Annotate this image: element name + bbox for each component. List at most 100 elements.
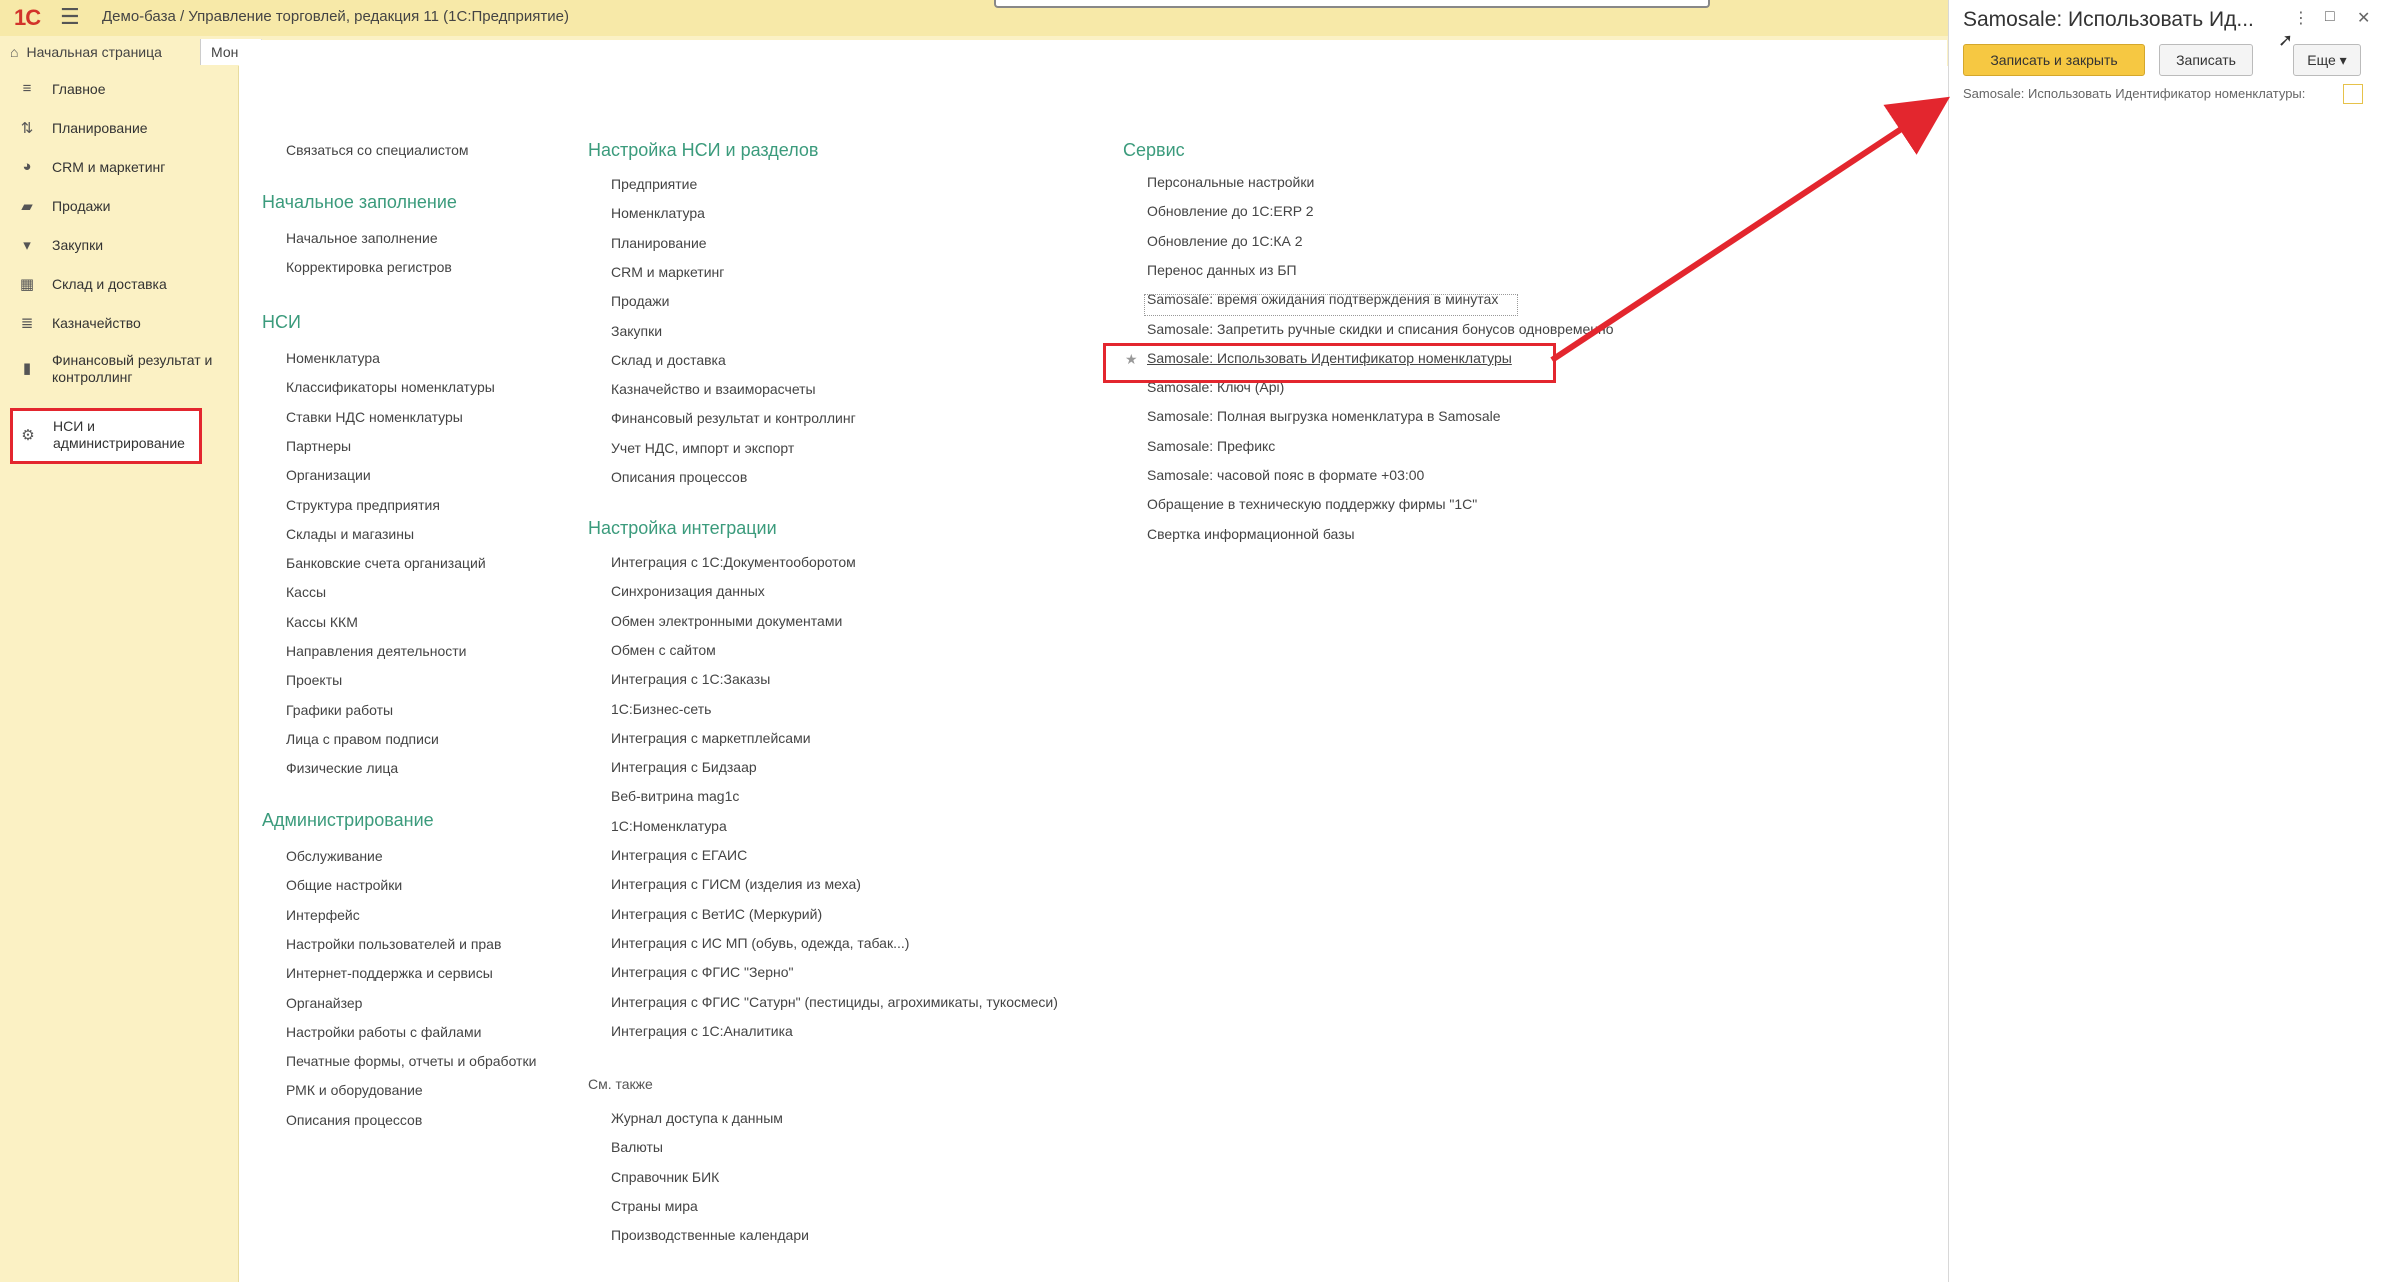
more-button[interactable]: Еще ▾ [2293,44,2361,76]
menu-link[interactable]: Физические лица [286,760,398,776]
menu-link[interactable]: Интеграция с 1С:Документооборотом [611,554,856,570]
sidebar-item-warehouse[interactable]: ▦ Склад и доставка [0,265,238,303]
menu-link[interactable]: Описания процессов [286,1112,422,1128]
menu-link[interactable]: Начальное заполнение [286,230,438,246]
menu-link[interactable]: CRM и маркетинг [611,264,724,280]
menu-link[interactable]: Лица с правом подписи [286,731,439,747]
menu-link[interactable]: 1С:Номенклатура [611,818,727,834]
menu-link[interactable]: Предприятие [611,176,697,192]
menu-link[interactable]: Финансовый результат и контроллинг [611,410,856,426]
menu-link[interactable]: Интеграция с ФГИС "Зерно" [611,964,794,980]
menu-link[interactable]: РМК и оборудование [286,1082,423,1098]
sidebar-item-treasury[interactable]: ≣ Казначейство [0,304,238,342]
menu-link[interactable]: Склады и магазины [286,526,414,542]
menu-link[interactable]: Интеграция с Бидзаар [611,759,757,775]
menu-link[interactable]: Корректировка регистров [286,259,452,275]
see-also-link[interactable]: Журнал доступа к данным [611,1110,783,1126]
menu-link[interactable]: Кассы ККМ [286,614,358,630]
menu-link[interactable]: Описания процессов [611,469,747,485]
menu-link[interactable]: Интеграция с ИС МП (обувь, одежда, табак… [611,935,909,951]
menu-link[interactable]: Интеграция с маркетплейсами [611,730,811,746]
service-link[interactable]: Обращение в техническую поддержку фирмы … [1147,496,1477,512]
menu-link[interactable]: Структура предприятия [286,497,440,513]
menu-link[interactable]: Партнеры [286,438,351,454]
menu-link[interactable]: Классификаторы номенклатуры [286,379,495,395]
menu-link[interactable]: Ставки НДС номенклатуры [286,409,463,425]
menu-link[interactable]: Номенклатура [286,350,380,366]
menu-link[interactable]: Учет НДС, импорт и экспорт [611,440,794,456]
section-header: Настройка НСИ и разделов [588,140,819,160]
menu-link[interactable]: Интеграция с ВетИС (Меркурий) [611,906,822,922]
see-also-link[interactable]: Валюты [611,1139,663,1155]
service-link[interactable]: Свертка информационной базы [1147,526,1355,542]
sidebar-item-label: Планирование [52,120,148,136]
favorite-star-icon[interactable]: ★ [1125,351,1138,368]
sections-sidebar: ≡ Главное ⇅ Планирование ◕ CRM и маркети… [0,66,239,1282]
panel-menu-icon[interactable]: ⋮ [2293,8,2309,28]
service-link[interactable]: Персональные настройки [1147,174,1314,190]
menu-link[interactable]: Веб-витрина mag1c [611,788,739,804]
menu-link[interactable]: Обмен электронными документами [611,613,842,629]
save-and-close-button[interactable]: Записать и закрыть [1963,44,2145,76]
menu-link[interactable]: Продажи [611,293,669,309]
menu-link[interactable]: Интеграция с 1С:Аналитика [611,1023,793,1039]
menu-link[interactable]: Настройки пользователей и прав [286,936,501,952]
service-link[interactable]: Samosale: часовой пояс в формате +03:00 [1147,467,1424,483]
menu-link[interactable]: Направления деятельности [286,643,466,659]
menu-link[interactable]: Интернет-поддержка и сервисы [286,965,493,981]
maximize-icon[interactable]: □ [2325,8,2335,26]
menu-link[interactable]: Номенклатура [611,205,705,221]
search-field[interactable] [994,0,1710,8]
menu-link[interactable]: Органайзер [286,995,362,1011]
menu-link[interactable]: Интеграция с ГИСМ (изделия из меха) [611,876,861,892]
service-link[interactable]: Перенос данных из БП [1147,262,1297,278]
menu-link[interactable]: 1С:Бизнес-сеть [611,701,711,717]
see-also-link[interactable]: Справочник БИК [611,1169,719,1185]
menu-link[interactable]: Кассы [286,584,326,600]
bar-chart-icon: ▮ [22,360,32,377]
sidebar-item-purchases[interactable]: ▾ Закупки [0,226,238,264]
menu-link[interactable]: Закупки [611,323,662,339]
sidebar-item-sales[interactable]: ▰ Продажи [0,187,238,225]
section-header-service: Сервис [1123,140,1185,160]
menu-link[interactable]: Проекты [286,672,342,688]
service-link[interactable]: Samosale: Запретить ручные скидки и спис… [1147,321,1614,337]
mouse-cursor-icon: ➚ [2278,30,2294,50]
menu-link[interactable]: Склад и доставка [611,352,726,368]
menu-link[interactable]: Общие настройки [286,877,402,893]
main-menu-icon[interactable]: ☰ [60,4,80,30]
see-also-link[interactable]: Производственные календари [611,1227,809,1243]
sidebar-item-nsi-admin[interactable]: ⚙ НСИ и администрирование [10,408,202,464]
menu-link[interactable]: Интеграция с ФГИС "Сатурн" (пестициды, а… [611,994,1058,1010]
menu-link[interactable]: Интеграция с ЕГАИС [611,847,747,863]
menu-link[interactable]: Синхронизация данных [611,583,765,599]
menu-link[interactable]: Казначейство и взаиморасчеты [611,381,816,397]
tab-home[interactable]: ⌂ Начальная страница [0,39,201,65]
menu-link[interactable]: Планирование [611,235,707,251]
link-contact-specialist[interactable]: Связаться со специалистом [286,142,469,158]
use-id-checkbox[interactable] [2343,84,2363,104]
see-also-link[interactable]: Страны мира [611,1198,698,1214]
service-link[interactable]: Обновление до 1С:ERP 2 [1147,203,1314,219]
save-button[interactable]: Записать [2159,44,2253,76]
close-icon[interactable]: ✕ [2357,8,2370,28]
cart-icon: ▾ [23,237,31,254]
menu-link[interactable]: Обслуживание [286,848,383,864]
sidebar-item-main[interactable]: ≡ Главное [0,70,238,108]
menu-link[interactable]: Настройки работы с файлами [286,1024,481,1040]
service-link[interactable]: Обновление до 1С:КА 2 [1147,233,1303,249]
menu-link[interactable]: Банковские счета организаций [286,555,486,571]
sidebar-item-crm[interactable]: ◕ CRM и маркетинг [0,148,238,186]
menu-link[interactable]: Интеграция с 1С:Заказы [611,671,770,687]
menu-link[interactable]: Интерфейс [286,907,360,923]
section-content: Связаться со специалистом Начальное запол… [239,40,1947,1282]
menu-link[interactable]: Печатные формы, отчеты и обработки [286,1053,536,1069]
sidebar-item-planning[interactable]: ⇅ Планирование [0,109,238,147]
service-link[interactable]: Samosale: Префикс [1147,438,1275,454]
service-link[interactable]: Samosale: Полная выгрузка номенклатура в… [1147,408,1501,424]
menu-link[interactable]: Обмен с сайтом [611,642,716,658]
menu-link[interactable]: Графики работы [286,702,393,718]
sidebar-item-label: НСИ и администрирование [53,418,185,451]
menu-link[interactable]: Организации [286,467,371,483]
sidebar-item-finance[interactable]: ▮ Финансовый результат и контроллинг [0,349,238,387]
